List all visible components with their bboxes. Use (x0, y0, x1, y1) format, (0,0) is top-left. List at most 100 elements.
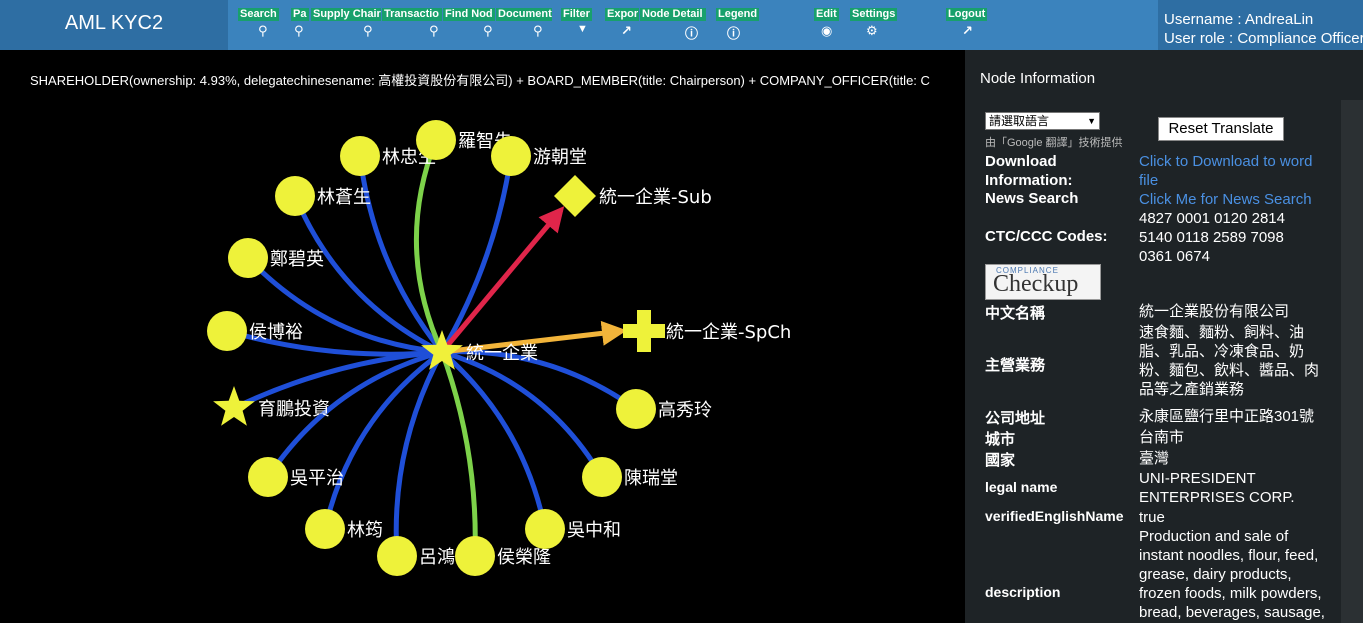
city-value: 台南市 (1139, 429, 1185, 446)
graph-node[interactable]: 林蒼生 (275, 176, 371, 216)
node-shape[interactable] (525, 509, 565, 549)
tool-find-node[interactable]: Find Nod ⚲ (443, 6, 495, 46)
node-label: 吳平治 (290, 468, 344, 489)
tool-label: Node Detail (640, 8, 706, 21)
node-shape[interactable] (616, 389, 656, 429)
node-shape[interactable] (416, 120, 456, 160)
tool-label: Filter (561, 8, 592, 21)
tool-legend[interactable]: Legend ⓘ (716, 6, 760, 46)
tool-label: Expor (605, 8, 639, 21)
tool-path[interactable]: Pa ⚲ (291, 6, 309, 46)
node-shape[interactable] (305, 509, 345, 549)
filter-icon: ▼ (577, 23, 588, 35)
reset-translate-button[interactable]: Reset Translate (1158, 117, 1284, 141)
node-shape[interactable] (377, 536, 417, 576)
node-information-panel: Node Information 請選取語言 由「Google 翻譯」技術提供 … (965, 50, 1363, 623)
tool-supply-chain[interactable]: Supply Chair ⚲ (311, 6, 381, 46)
chinese-name-label: 中文名稱 (985, 305, 1046, 322)
tool-search[interactable]: Search ⚲ (238, 6, 279, 46)
tool-label: Logout (946, 8, 988, 21)
node-shape[interactable] (340, 136, 380, 176)
external-link-icon: ↗ (621, 23, 632, 38)
node-label: 吳中和 (567, 520, 621, 541)
node-shape[interactable] (228, 238, 268, 278)
node-label: 高秀玲 (658, 400, 712, 421)
top-navbar: AML KYC2 Search ⚲ Pa ⚲ Supply Chair ⚲ Tr… (0, 0, 1363, 50)
tool-edit[interactable]: Edit ◉ (814, 6, 844, 46)
node-shape[interactable] (455, 536, 495, 576)
language-select[interactable]: 請選取語言 (985, 112, 1100, 130)
node-shape[interactable] (213, 386, 255, 426)
info-icon: ⓘ (685, 26, 699, 41)
tool-label: Search (238, 8, 279, 21)
node-shape[interactable] (491, 136, 531, 176)
checkup-big-text: Checkup (993, 271, 1079, 297)
graph-node[interactable]: 鄭碧英 (228, 238, 324, 278)
description-value: Production and sale of instant noodles, … (1139, 528, 1325, 621)
query-text: SHAREHOLDER(ownership: 4.93%, delegatech… (30, 73, 930, 88)
main-business-value: 速食麵、麵粉、飼料、油脂、乳品、冷凍食品、奶粉、麵包、飲料、醬品、肉品等之產銷業… (1139, 324, 1320, 398)
node-shape[interactable] (623, 310, 665, 352)
tool-label: Pa (291, 8, 309, 21)
graph-node[interactable]: 吳平治 (248, 457, 344, 497)
graph-node[interactable]: 統一企業-SpCh (623, 310, 791, 352)
ctc-codes-value: 4827 0001 0120 2814 5140 0118 2589 7098 … (1139, 210, 1285, 265)
google-translate-credit: 由「Google 翻譯」技術提供 (985, 137, 1123, 149)
node-label: 統一企業-SpCh (666, 322, 791, 343)
gears-icon: ⚙ (866, 23, 878, 38)
graph-node[interactable]: 高秀玲 (616, 389, 712, 429)
compliance-checkup-logo[interactable]: COMPLIANCE Checkup (985, 264, 1101, 300)
graph-node[interactable]: 游朝堂 (491, 136, 587, 176)
user-role: User role : Compliance Officer (1164, 30, 1363, 47)
verified-english-name-value: true (1139, 509, 1165, 526)
tool-transaction[interactable]: Transactio ⚲ (382, 6, 442, 46)
news-search-link[interactable]: Click Me for News Search (1139, 190, 1334, 209)
panel-scrollbar[interactable] (1341, 100, 1363, 623)
node-label: 侯榮隆 (497, 547, 551, 568)
node-shape[interactable] (207, 311, 247, 351)
node-shape[interactable] (275, 176, 315, 216)
node-label: 林蒼生 (317, 187, 371, 208)
graph-node[interactable]: 統一企業-Sub (554, 175, 712, 217)
country-value: 臺灣 (1139, 450, 1170, 467)
graph-node[interactable]: 陳瑞堂 (582, 457, 678, 497)
legal-name-label: legal name (985, 479, 1058, 495)
download-label: Download Information: (985, 153, 1073, 189)
info-icon: ⓘ (727, 26, 741, 41)
tool-settings[interactable]: Settings ⚙ (850, 6, 902, 46)
country-label: 國家 (985, 452, 1016, 469)
node-shape[interactable] (582, 457, 622, 497)
chinese-name-value: 統一企業股份有限公司 (1139, 303, 1290, 320)
node-label: 游朝堂 (533, 147, 587, 168)
graph-node[interactable]: 吳中和 (525, 509, 621, 549)
username: Username : AndreaLin (1164, 11, 1314, 28)
node-label: 育鵬投資 (258, 399, 330, 420)
panel-title: Node Information (980, 70, 1096, 87)
toolbar: Search ⚲ Pa ⚲ Supply Chair ⚲ Transactio … (228, 0, 1158, 50)
network-graph[interactable]: 林忠生羅智先游朝堂林蒼生鄭碧英侯博裕育鵬投資吳平治林筠呂鴻德 侯榮隆吳中和陳瑞堂高… (0, 90, 965, 623)
main-business-label: 主營業務 (985, 357, 1046, 374)
app-title[interactable]: AML KYC2 (0, 0, 228, 50)
tool-filter[interactable]: Filter ▼ (561, 6, 597, 46)
tool-node-detail[interactable]: Node Detail ⓘ (640, 6, 706, 46)
download-link[interactable]: Click to Download to word file (1139, 152, 1334, 190)
graph-center-node[interactable]: 統一企業 (421, 330, 538, 370)
address-label: 公司地址 (985, 410, 1046, 427)
search-icon: ⚲ (363, 23, 373, 38)
tool-document[interactable]: Document ⚲ (496, 6, 552, 46)
news-search-label: News Search (985, 190, 1079, 207)
search-icon: ⚲ (483, 23, 493, 38)
search-icon: ⚲ (533, 23, 543, 38)
center-node-label: 統一企業 (466, 343, 538, 364)
edit-circle-icon: ◉ (821, 23, 833, 38)
graph-node[interactable]: 林筠 (305, 509, 383, 549)
tool-label: Settings (850, 8, 898, 21)
tool-label: Legend (716, 8, 760, 21)
node-shape[interactable] (248, 457, 288, 497)
tool-label: Edit (814, 8, 839, 21)
tool-logout[interactable]: Logout ↗ (946, 6, 990, 46)
description-label: description (985, 584, 1061, 600)
node-label: 陳瑞堂 (624, 468, 678, 489)
graph-edge (440, 350, 548, 530)
tool-export[interactable]: Expor ↗ (605, 6, 639, 46)
